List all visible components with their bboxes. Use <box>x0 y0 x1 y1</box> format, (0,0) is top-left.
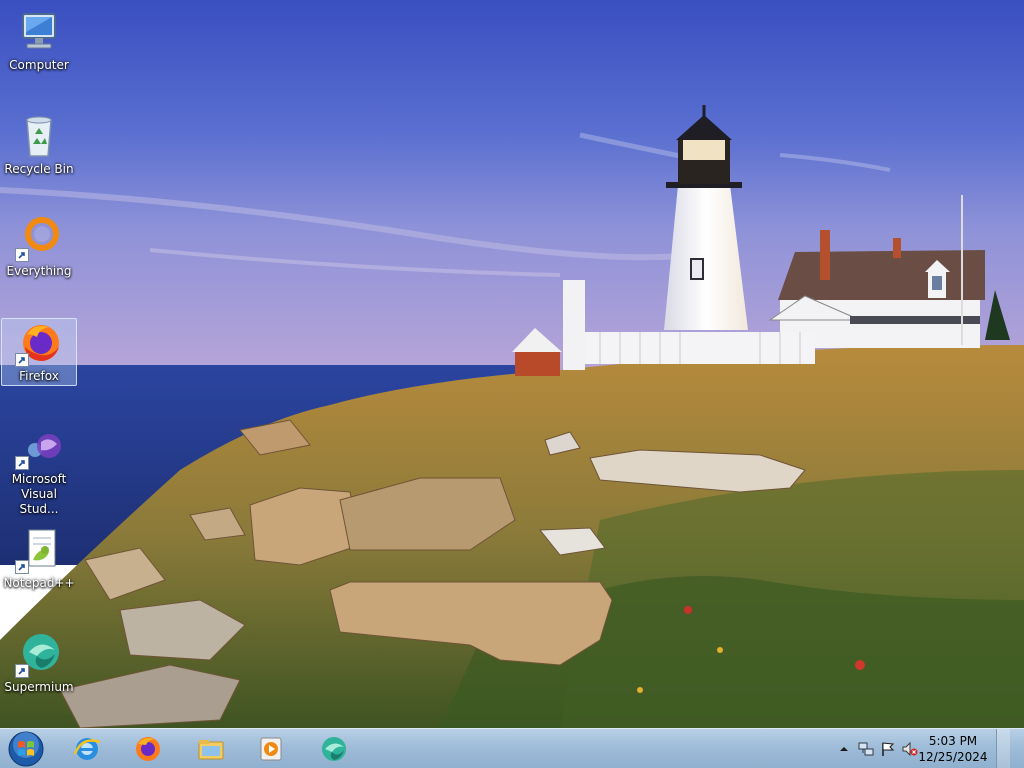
desktop-icon-label: Supermium <box>4 680 74 694</box>
shortcut-arrow-icon <box>15 353 29 367</box>
internet-explorer-icon <box>73 738 101 760</box>
folder-icon <box>198 740 224 760</box>
shortcut-arrow-icon <box>15 456 29 470</box>
taskbar-media-player[interactable] <box>244 731 298 767</box>
supermium-icon <box>15 630 63 678</box>
taskbar-file-explorer[interactable] <box>184 731 238 767</box>
show-hidden-icons-chevron[interactable] <box>836 741 852 757</box>
desktop-icon-computer[interactable]: Computer <box>1 8 77 78</box>
firefox-icon <box>136 737 160 761</box>
wallpaper-lighthouse <box>0 0 1024 728</box>
shortcut-arrow-icon <box>15 248 29 262</box>
clock-time: 5:03 PM <box>928 734 978 748</box>
desktop-icon-everything[interactable]: Everything <box>1 214 77 284</box>
media-player-icon <box>260 737 282 761</box>
clock-date: 12/25/2024 <box>918 750 988 764</box>
taskbar-firefox[interactable] <box>121 731 175 767</box>
taskbar-internet-explorer[interactable] <box>60 731 114 767</box>
visual-studio-icon <box>15 422 63 470</box>
taskbar-supermium[interactable] <box>307 731 361 767</box>
desktop-icon-label: Recycle Bin <box>4 162 74 176</box>
desktop-icon-label: Microsoft Visual Stud... <box>11 472 67 516</box>
windows-start-orb-icon <box>8 731 44 767</box>
desktop-icon-notepad-plus-plus[interactable]: Notepad++ <box>1 526 77 596</box>
start-button[interactable] <box>6 730 46 768</box>
desktop-icon-supermium[interactable]: Supermium <box>1 630 77 700</box>
firefox-icon <box>15 319 63 367</box>
volume-muted-icon[interactable] <box>902 741 918 757</box>
show-desktop-button[interactable] <box>996 729 1010 768</box>
desktop-icon-label: Everything <box>6 264 72 278</box>
desktop-icon-label: Firefox <box>19 369 59 383</box>
desktop-icon-label: Notepad++ <box>3 576 75 590</box>
clock[interactable]: 5:03 PM 12/25/2024 <box>918 733 988 765</box>
supermium-icon <box>322 737 346 761</box>
recycle-bin-icon <box>15 112 63 160</box>
taskbar: 5:03 PM 12/25/2024 <box>0 728 1024 768</box>
desktop-icon-firefox[interactable]: Firefox <box>1 318 77 386</box>
shortcut-arrow-icon <box>15 664 29 678</box>
everything-search-icon <box>15 214 63 262</box>
shortcut-arrow-icon <box>15 560 29 574</box>
desktop-icon-recycle-bin[interactable]: Recycle Bin <box>1 112 77 182</box>
system-tray: 5:03 PM 12/25/2024 <box>820 729 1010 768</box>
network-icon[interactable] <box>858 741 874 757</box>
desktop-icon-visual-studio[interactable]: Microsoft Visual Stud... <box>1 422 77 516</box>
desktop[interactable]: Computer Recycle Bin Everything Firefox … <box>0 0 1024 728</box>
desktop-icon-label: Computer <box>9 58 69 72</box>
action-center-flag-icon[interactable] <box>880 741 896 757</box>
computer-icon <box>15 8 63 56</box>
notepad-plus-plus-icon <box>15 526 63 574</box>
